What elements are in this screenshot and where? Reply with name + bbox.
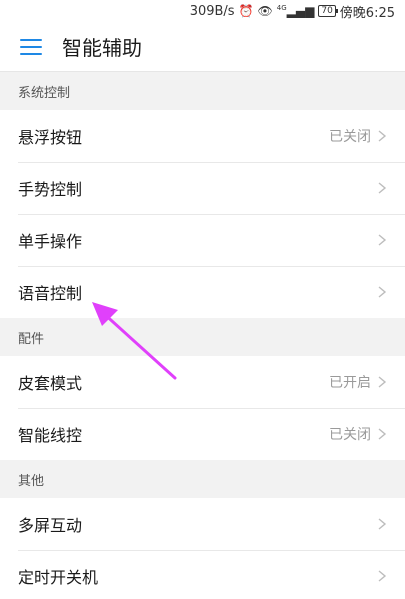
eye-icon: 👁 xyxy=(257,4,273,18)
setting-label: 多屏互动 xyxy=(18,516,83,535)
status-bar: 309B/s ⏰ 👁 4G▂▄▆ 70 傍晚6:25 xyxy=(0,0,405,22)
section-header-system-control: 系统控制 xyxy=(0,72,405,110)
setting-status: 已关闭 xyxy=(329,129,371,145)
chevron-right-icon xyxy=(378,570,387,582)
setting-row-cover-mode[interactable]: 皮套模式 已开启 xyxy=(0,356,405,408)
setting-label: 智能线控 xyxy=(18,426,83,445)
setting-row-multi-screen[interactable]: 多屏互动 xyxy=(0,498,405,550)
chevron-right-icon xyxy=(378,182,387,194)
setting-row-voice-control[interactable]: 语音控制 xyxy=(0,266,405,318)
chevron-right-icon xyxy=(378,428,387,440)
clock: 傍晚6:25 xyxy=(339,5,395,21)
setting-row-gesture-control[interactable]: 手势控制 xyxy=(0,162,405,214)
section-header-other: 其他 xyxy=(0,460,405,498)
section-header-accessories: 配件 xyxy=(0,318,405,356)
chevron-right-icon xyxy=(378,286,387,298)
setting-row-smart-remote[interactable]: 智能线控 已关闭 xyxy=(0,408,405,460)
chevron-right-icon xyxy=(378,518,387,530)
app-bar: 智能辅助 xyxy=(0,22,405,72)
network-speed: 309B/s xyxy=(189,3,235,19)
setting-label: 手势控制 xyxy=(18,180,83,199)
setting-label: 语音控制 xyxy=(18,284,83,303)
setting-label: 定时开关机 xyxy=(18,568,99,587)
signal-icon: 4G▂▄▆ xyxy=(276,4,315,18)
chevron-right-icon xyxy=(378,234,387,246)
hamburger-menu-icon[interactable] xyxy=(20,38,42,55)
setting-status: 已关闭 xyxy=(329,427,371,443)
battery-icon: 70 xyxy=(318,5,339,17)
setting-label: 皮套模式 xyxy=(18,374,83,393)
setting-label: 单手操作 xyxy=(18,232,83,251)
setting-status: 已开启 xyxy=(329,375,371,391)
alarm-icon: ⏰ xyxy=(238,4,254,18)
setting-row-scheduled-power[interactable]: 定时开关机 xyxy=(0,550,405,599)
settings-list: 系统控制 悬浮按钮 已关闭 手势控制 单手操作 语音控制 配件 皮套模式 已开启 xyxy=(0,72,405,599)
setting-row-floating-button[interactable]: 悬浮按钮 已关闭 xyxy=(0,110,405,162)
setting-row-one-hand-mode[interactable]: 单手操作 xyxy=(0,214,405,266)
setting-label: 悬浮按钮 xyxy=(18,128,83,147)
chevron-right-icon xyxy=(378,376,387,388)
chevron-right-icon xyxy=(378,130,387,142)
page-title: 智能辅助 xyxy=(62,36,142,60)
